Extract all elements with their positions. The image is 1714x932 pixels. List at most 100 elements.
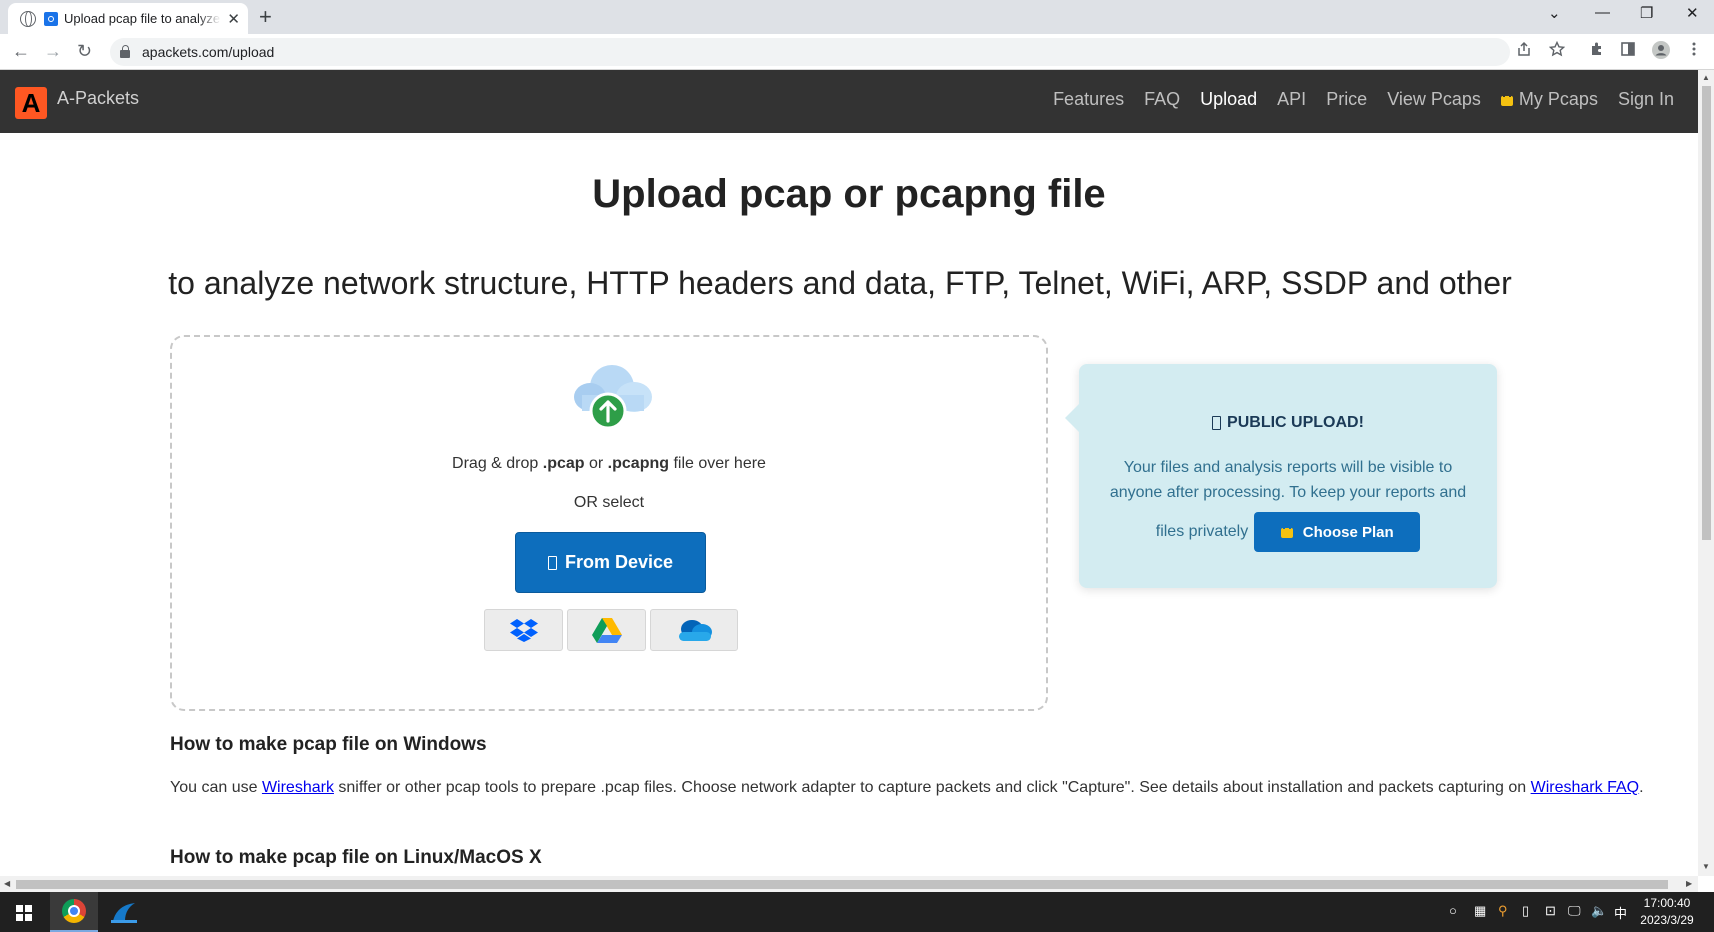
dropbox-button[interactable]: [484, 609, 563, 651]
windows-text-3: .: [1639, 779, 1644, 796]
google-drive-icon: [591, 618, 622, 643]
padlock-icon: [1500, 90, 1513, 106]
dropbox-icon: [509, 619, 538, 642]
horizontal-scroll-thumb[interactable]: [16, 880, 1668, 889]
chrome-icon: [62, 899, 86, 923]
close-window-button[interactable]: ✕: [1686, 4, 1699, 22]
drop-suffix: file over here: [669, 455, 766, 472]
device-icon: [547, 555, 557, 570]
vertical-scrollbar[interactable]: ▲ ▼: [1698, 70, 1714, 876]
notice-title-text: PUBLIC UPLOAD!: [1227, 414, 1364, 431]
nav-api[interactable]: API: [1277, 89, 1306, 110]
tab-close-icon[interactable]: ✕: [227, 10, 240, 28]
tray-search-icon[interactable]: ⚲: [1498, 903, 1508, 919]
vertical-scroll-thumb[interactable]: [1702, 86, 1711, 540]
choose-plan-label: Choose Plan: [1302, 523, 1394, 541]
forward-button[interactable]: →: [44, 41, 62, 62]
google-drive-button[interactable]: [567, 609, 646, 651]
scroll-right-arrow-icon[interactable]: ▶: [1686, 879, 1692, 888]
back-button[interactable]: ←: [12, 41, 30, 62]
lock-icon: [120, 45, 130, 58]
star-icon[interactable]: [1549, 41, 1565, 57]
browser-tab[interactable]: Upload pcap file to analyze ✕: [8, 3, 248, 34]
tab-search-icon[interactable]: ⌄: [1548, 4, 1561, 22]
profile-icon[interactable]: [1652, 41, 1670, 59]
ext-pcap: .pcap: [542, 455, 585, 472]
page-subtitle: to analyze network structure, HTTP heade…: [168, 265, 1512, 301]
page-title: Upload pcap or pcapng file: [592, 172, 1106, 216]
restore-button[interactable]: ❐: [1640, 4, 1653, 22]
tray-usb-icon[interactable]: ▯: [1522, 903, 1529, 919]
wireshark-icon: [111, 903, 137, 923]
nav-my-pcaps-label: My Pcaps: [1518, 89, 1598, 109]
notice-title: PUBLIC UPLOAD!: [1079, 414, 1497, 432]
tray-network-icon[interactable]: 🖵: [1568, 903, 1581, 919]
taskbar-chrome[interactable]: [50, 892, 98, 932]
drop-instructions: Drag & drop .pcap or .pcapng file over h…: [172, 455, 1046, 473]
nav-upload[interactable]: Upload: [1200, 89, 1257, 110]
or-select-label: OR select: [573, 494, 645, 511]
taskbar-wireshark[interactable]: [100, 892, 148, 932]
onedrive-button[interactable]: [650, 609, 738, 651]
minimize-button[interactable]: —: [1595, 4, 1610, 21]
browser-toolbar: ← → ↻ apackets.com/upload: [0, 34, 1714, 70]
windows-paragraph: You can use Wireshark sniffer or other p…: [170, 776, 1680, 800]
site-logo[interactable]: A: [15, 87, 47, 119]
sidepanel-icon[interactable]: [1620, 41, 1636, 57]
clock-time: 17:00:40: [1643, 896, 1691, 910]
tray-ime-icon[interactable]: 中: [1614, 903, 1627, 922]
taskbar-clock[interactable]: 17:00:40 2023/3/29: [1630, 895, 1704, 929]
notice-body: Your files and analysis reports will be …: [1109, 459, 1467, 501]
onedrive-icon: [679, 620, 712, 641]
drop-or: or: [584, 455, 608, 472]
windows-start-icon[interactable]: [16, 905, 32, 921]
globe-icon: [20, 10, 36, 27]
tab-title: Upload pcap file to analyze: [64, 11, 221, 26]
cloud-upload-icon: [574, 365, 652, 429]
nav-my-pcaps[interactable]: My Pcaps: [1500, 89, 1598, 110]
nav-view-pcaps[interactable]: View Pcaps: [1387, 89, 1481, 110]
address-bar[interactable]: apackets.com/upload: [110, 38, 1510, 66]
scroll-up-arrow-icon[interactable]: ▲: [1702, 73, 1710, 82]
file-dropzone[interactable]: Drag & drop .pcap or .pcapng file over h…: [170, 335, 1048, 711]
windows-taskbar: ○ ▦ ⚲ ▯ ⊡ 🖵 🔈 中 17:00:40 2023/3/29: [0, 892, 1714, 932]
notice-row: files privately Choose Plan: [1079, 512, 1497, 552]
tray-volume-icon[interactable]: 🔈: [1591, 903, 1607, 919]
url-text: apackets.com/upload: [142, 44, 275, 60]
nav-links: Features FAQ Upload API Price View Pcaps…: [1053, 89, 1674, 110]
nav-faq[interactable]: FAQ: [1144, 89, 1180, 110]
nav-sign-in[interactable]: Sign In: [1618, 89, 1674, 110]
linux-heading: How to make pcap file on Linux/MacOS X: [170, 847, 542, 868]
horizontal-scrollbar[interactable]: ◀ ▶: [0, 876, 1698, 892]
windows-heading: How to make pcap file on Windows: [170, 734, 487, 755]
wireshark-link[interactable]: Wireshark: [262, 779, 334, 796]
new-tab-button[interactable]: +: [259, 4, 272, 30]
ext-pcapng: .pcapng: [607, 455, 670, 472]
cloud-source-buttons: [484, 609, 738, 651]
share-icon[interactable]: [1516, 41, 1532, 57]
scroll-left-arrow-icon[interactable]: ◀: [4, 879, 10, 888]
from-device-button[interactable]: From Device: [515, 532, 706, 593]
windows-text-2: sniffer or other pcap tools to prepare .…: [333, 779, 1531, 796]
tray-security-icon[interactable]: ⊡: [1545, 903, 1556, 919]
windows-text-1: You can use: [170, 779, 262, 796]
wireshark-faq-link[interactable]: Wireshark FAQ: [1531, 779, 1639, 796]
brand-name[interactable]: A-Packets: [57, 88, 139, 109]
from-device-label: From Device: [564, 552, 674, 572]
nav-price[interactable]: Price: [1326, 89, 1367, 110]
notice-tail: files privately: [1155, 523, 1249, 540]
browser-tabstrip: Upload pcap file to analyze ✕ + ⌄ — ❐ ✕: [0, 0, 1714, 34]
choose-plan-button[interactable]: Choose Plan: [1254, 512, 1421, 552]
scroll-down-arrow-icon[interactable]: ▼: [1702, 862, 1710, 871]
logo-letter: A: [21, 88, 41, 118]
clock-date: 2023/3/29: [1640, 913, 1694, 927]
extensions-icon[interactable]: [1589, 41, 1605, 57]
tray-circle-icon[interactable]: ○: [1449, 903, 1457, 918]
padlock-icon: [1280, 522, 1293, 538]
reload-button[interactable]: ↻: [77, 41, 92, 62]
drop-prefix: Drag & drop: [452, 455, 543, 472]
menu-icon[interactable]: [1691, 41, 1697, 57]
tray-app-icon[interactable]: ▦: [1474, 903, 1486, 919]
nav-features[interactable]: Features: [1053, 89, 1124, 110]
site-favicon-icon: [44, 11, 58, 26]
